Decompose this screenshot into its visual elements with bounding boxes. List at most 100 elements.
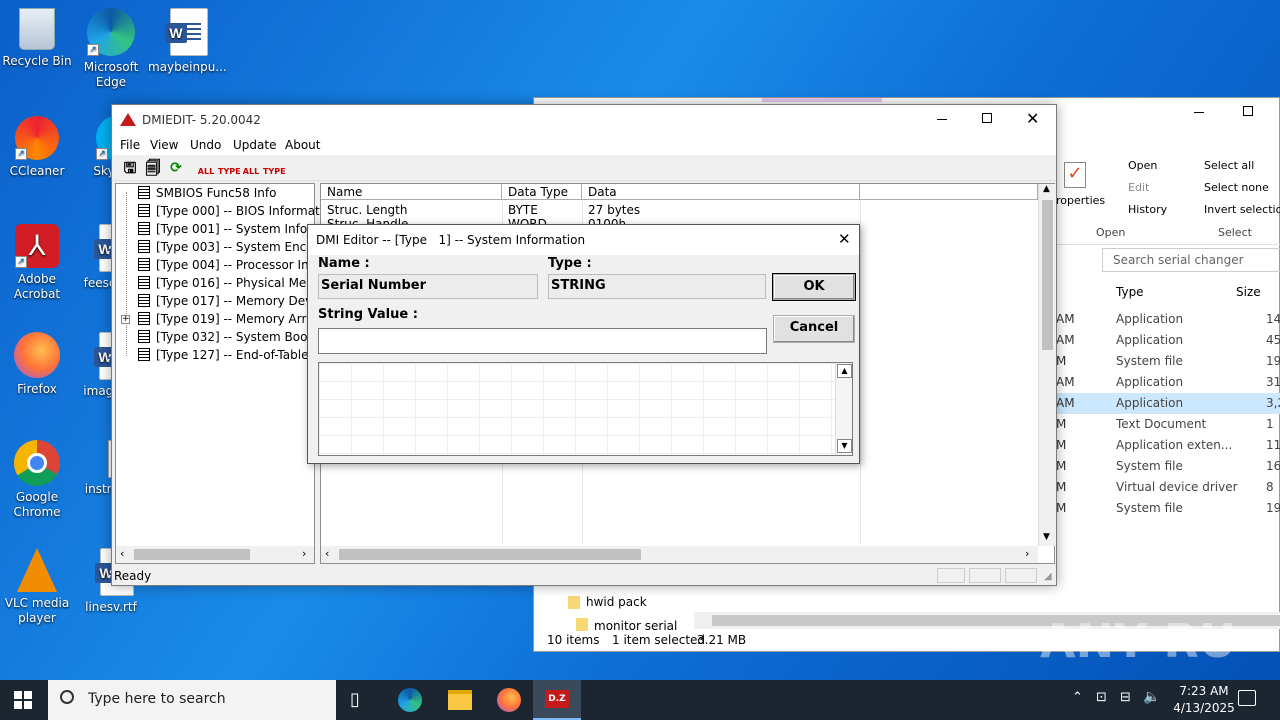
minimize-icon[interactable] [1194,112,1204,113]
tree-item[interactable]: [Type 019] -- Memory Array M [138,310,335,328]
edit-button[interactable]: Edit [1128,181,1149,194]
file-row[interactable]: M System file 16 [1056,456,1280,477]
desktop-icon-maybeinpu[interactable]: maybeinpu... [148,8,227,75]
history-button[interactable]: History [1128,203,1167,216]
save-all-icon[interactable]: 🗐 [143,158,163,178]
hex-vscroll[interactable]: ▲ ▼ [835,363,852,455]
menu-about[interactable]: About [285,138,320,152]
scrollbar-thumb[interactable] [1042,200,1053,350]
clock-time[interactable]: 7:23 AM [1172,684,1236,698]
desktop-icon-firefox[interactable]: Firefox [0,332,74,397]
menu-update[interactable]: Update [233,138,276,152]
task-view-icon[interactable]: ▯ [350,689,360,710]
properties-button[interactable]: roperties [1056,194,1105,207]
scrollbar-thumb[interactable] [134,549,250,560]
column-header-type[interactable]: Type [1116,285,1144,299]
scrollbar-thumb[interactable] [339,549,641,560]
save-icon[interactable]: 🖫 [120,158,140,178]
column-data-type[interactable]: Data Type [502,184,582,200]
dmiedit-taskbar-button[interactable]: D.Z [533,680,581,720]
desktop-icon-vlc[interactable]: VLC media player [0,548,74,626]
tree-item[interactable]: [Type 016] -- Physical Memo [138,274,325,292]
network-icon[interactable]: ⊡ [1096,690,1107,705]
scroll-down-icon[interactable]: ▼ [837,439,852,453]
desktop-icon-recycle-bin[interactable]: Recycle Bin [0,8,74,69]
tree-item[interactable]: [Type 032] -- System Boot Inf [138,328,331,346]
file-row[interactable]: M Application exten... 113 [1056,435,1280,456]
close-button[interactable]: ✕ [1026,109,1039,128]
minimize-button[interactable] [937,119,947,120]
file-row[interactable]: AM Application 454 [1056,330,1280,351]
dmi-editor-dialog[interactable]: DMI Editor -- [Type 1] -- System Informa… [307,224,860,464]
grid-cell[interactable]: Struc. Length [327,203,407,217]
explorer-taskbar-icon[interactable] [448,690,472,710]
tree-item[interactable]: SMBIOS Func58 Info [138,184,276,202]
scroll-right-icon[interactable]: › [302,547,306,560]
menu-view[interactable]: View [150,138,178,152]
file-row[interactable]: AM Application 31 [1056,372,1280,393]
scroll-down-icon[interactable]: ▼ [1043,532,1050,542]
tree-item[interactable]: [Type 127] -- End-of-Table [138,346,308,364]
properties-icon[interactable]: ✓ [1064,162,1086,188]
update-type-icon[interactable]: TYPE [263,158,286,178]
invert-selection-button[interactable]: Invert selection [1204,203,1280,216]
notification-icon[interactable] [1238,690,1256,706]
tree-item[interactable]: [Type 000] -- BIOS Information [138,202,338,220]
clock-date[interactable]: 4/13/2025 [1168,701,1240,715]
tree-item[interactable]: [Type 003] -- System Enclosu [138,238,331,256]
edge-taskbar-icon[interactable] [398,688,422,712]
show-hidden-icons[interactable]: ⌃ [1072,690,1083,705]
start-button[interactable] [14,691,32,709]
wifi-icon[interactable]: ⊟ [1120,690,1131,705]
undo-type-icon[interactable]: TYPE [218,158,241,178]
file-row[interactable]: AM Application 149 [1056,309,1280,330]
nav-folder-2[interactable]: monitor serial [574,616,684,634]
refresh-icon[interactable]: ⟳ [166,158,186,178]
column-header-size[interactable]: Size [1236,285,1261,299]
file-row[interactable]: M System file 19 [1056,498,1280,519]
expand-icon[interactable]: + [121,315,130,324]
maximize-icon[interactable] [1243,106,1253,116]
firefox-taskbar-icon[interactable] [497,688,521,712]
column-name[interactable]: Name [321,184,502,200]
file-row[interactable]: M Text Document 1 [1056,414,1280,435]
tree-hscroll[interactable]: ‹ › [116,546,314,563]
taskbar-search[interactable]: Type here to search [48,680,336,720]
volume-icon[interactable]: 🔈 [1143,689,1160,705]
open-button[interactable]: Open [1128,159,1157,172]
grid-cell[interactable]: BYTE [508,203,538,217]
string-value-input[interactable] [318,328,767,354]
desktop-icon-acrobat[interactable]: ⅄ ↗ Adobe Acrobat [0,224,74,302]
desktop-icon-ccleaner[interactable]: ↗ CCleaner [0,116,74,179]
search-input[interactable]: Search serial changer [1113,253,1244,267]
select-none-button[interactable]: Select none [1204,181,1269,194]
resize-grip-icon[interactable]: ◢ [1044,571,1052,582]
search-input[interactable]: Type here to search [88,691,226,707]
tree-item[interactable]: [Type 017] -- Memory Device [138,292,330,310]
scroll-up-icon[interactable]: ▲ [1043,184,1050,194]
scroll-up-icon[interactable]: ▲ [837,364,852,378]
column-data[interactable]: Data [582,184,860,200]
update-all-icon[interactable]: ALL [241,158,261,178]
select-all-button[interactable]: Select all [1204,159,1254,172]
grid-hscroll[interactable]: ‹ › [321,546,1038,563]
nav-folder-1[interactable]: hwid pack [566,594,676,612]
title-bar[interactable]: DMIEDIT- 5.20.0042 ✕ [112,105,1056,135]
desktop-icon-chrome[interactable]: Google Chrome [0,440,74,520]
tree-item[interactable]: [Type 004] -- Processor Infor [138,256,325,274]
maximize-button[interactable] [982,113,992,123]
dialog-close-button[interactable]: ✕ [838,230,851,248]
scroll-right-icon[interactable]: › [1025,547,1029,560]
menu-undo[interactable]: Undo [190,138,221,152]
scroll-left-icon[interactable]: ‹ [325,547,329,560]
file-row[interactable]: AM Application 3,29 [1056,393,1280,414]
scroll-left-icon[interactable]: ‹ [120,547,124,560]
menu-file[interactable]: File [120,138,140,152]
smbios-tree[interactable]: + SMBIOS Func58 Info [Type 000] -- BIOS I… [115,183,338,564]
hex-view[interactable]: ▲ ▼ [318,362,853,456]
undo-all-icon[interactable]: ALL [196,158,216,178]
ok-button[interactable]: OK [772,273,856,301]
dialog-title-bar[interactable]: DMI Editor -- [Type 1] -- System Informa… [308,225,859,255]
cancel-button[interactable]: Cancel [773,315,855,343]
tree-item[interactable]: [Type 001] -- System Informa [138,220,331,238]
